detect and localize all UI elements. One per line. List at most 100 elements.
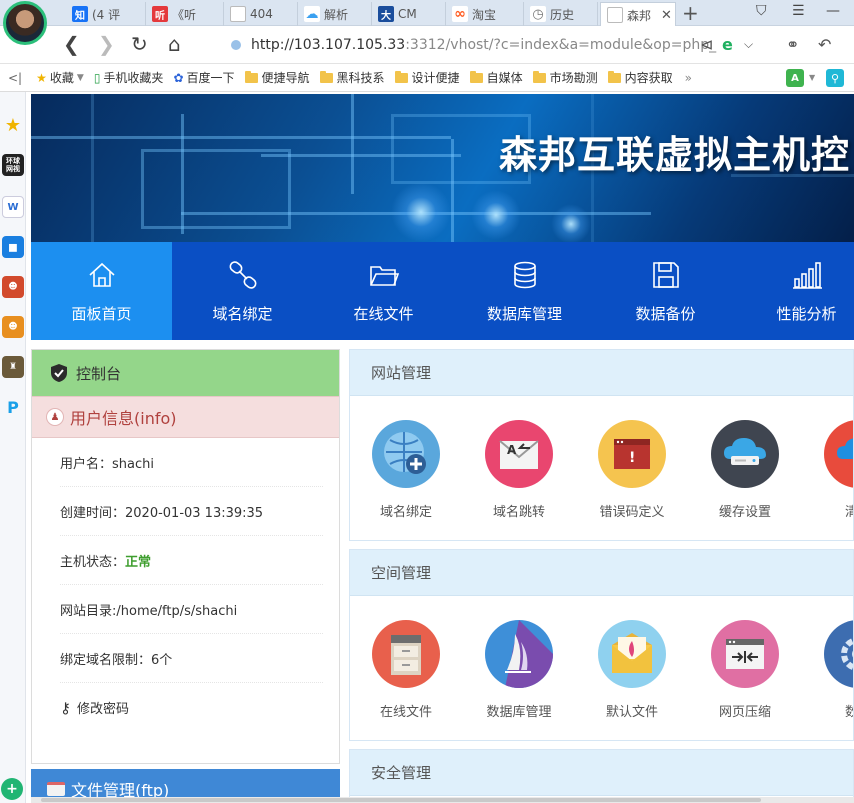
undo-icon[interactable]: ↶	[818, 35, 831, 54]
created-time-row: 创建时间：2020-01-03 13:39:35	[60, 487, 323, 536]
host-status-row: 主机状态： 正常	[60, 536, 323, 585]
share-icon[interactable]: ⊲	[700, 35, 713, 54]
change-password-link[interactable]: ⚷ 修改密码	[60, 683, 323, 732]
ie-mode-icon[interactable]: e	[722, 35, 733, 54]
page-icon	[607, 7, 623, 23]
reload-icon[interactable]: ↻	[131, 33, 148, 55]
browser-sidebar: ★ 环球 网视 W ◼ ☻ ☻ ♜ P	[0, 92, 26, 803]
tab-senbang-active[interactable]: 森邦 ✕	[600, 2, 676, 27]
url-input[interactable]: http://103.107.105.33:3312/vhost/?c=inde…	[213, 32, 773, 58]
tab-taobao[interactable]: ∞ 淘宝	[446, 2, 524, 26]
console-header[interactable]: 控制台	[32, 350, 339, 396]
horizontal-scrollbar[interactable]	[31, 797, 854, 803]
tile-domain-redirect[interactable]: A 域名跳转	[463, 420, 575, 520]
more-bookmarks-icon[interactable]: »	[685, 71, 692, 85]
nav-domain-binding[interactable]: 域名绑定	[172, 242, 313, 340]
news-app-icon[interactable]: 环球 网视	[2, 154, 24, 176]
tile-page-compression[interactable]: 网页压缩	[689, 620, 801, 720]
tile-clear[interactable]: 清除	[802, 420, 853, 520]
bookmark-folder-tech[interactable]: 黑科技系	[319, 69, 385, 86]
tab-cm[interactable]: 大 CM	[372, 2, 446, 26]
tile-database-management[interactable]: 数据库管理	[463, 620, 575, 720]
chat-app-icon[interactable]: ◼	[2, 236, 24, 258]
bookmark-baidu[interactable]: ✿ 百度一下	[173, 69, 234, 86]
nav-database[interactable]: 数据库管理	[454, 242, 595, 340]
folder-open-icon	[369, 265, 399, 286]
nav-backup[interactable]: 数据备份	[595, 242, 736, 340]
key-icon: ⚷	[60, 698, 71, 717]
bookmark-folder-media[interactable]: 自媒体	[469, 69, 523, 86]
user-avatar[interactable]	[3, 1, 47, 45]
menu-icon[interactable]: ☰	[792, 3, 805, 19]
clock-icon: ◷	[530, 6, 546, 22]
tile-cache-settings[interactable]: 缓存设置	[689, 420, 801, 520]
new-tab-icon[interactable]: +	[682, 2, 699, 24]
ting-icon: 听	[152, 6, 168, 22]
bookmark-folder-nav[interactable]: 便捷导航	[244, 69, 310, 86]
shield-check-icon	[51, 364, 67, 382]
collapse-left-icon[interactable]: <|	[8, 71, 22, 85]
close-tab-icon[interactable]: ✕	[661, 8, 672, 23]
word-doc-icon[interactable]: W	[2, 196, 24, 218]
section-title: 空间管理	[350, 550, 853, 596]
bar-chart-icon	[792, 261, 822, 289]
shirt-icon[interactable]: ⛉	[756, 3, 767, 19]
bookmark-folder-market[interactable]: 市场勘测	[532, 69, 598, 86]
forward-icon[interactable]: ❯	[98, 33, 115, 55]
banner-title: 森邦互联虚拟主机控	[499, 133, 851, 177]
space-management-section: 空间管理 在线文件 数据库管理 默认文件 网页压缩	[349, 549, 854, 741]
scrollbar-thumb[interactable]	[41, 798, 761, 802]
tab-zhihu[interactable]: 知 (4 评	[66, 2, 146, 26]
favorites-star-icon[interactable]: ★	[2, 114, 24, 136]
left-panel: 控制台 ♟ 用户信息(info) 用户名：shachi 创建时间：2020-01…	[31, 349, 340, 764]
bookmark-favorites[interactable]: ★ 收藏 ▼	[36, 69, 84, 86]
user-info-list: 用户名：shachi 创建时间：2020-01-03 13:39:35 主机状态…	[32, 438, 339, 732]
minimize-icon[interactable]: —	[826, 3, 840, 19]
home-icon[interactable]: ⌂	[168, 33, 181, 55]
tile-data[interactable]: 数据	[802, 620, 853, 720]
cloud-server-icon	[711, 420, 779, 488]
tab-history[interactable]: ◷ 历史	[524, 2, 598, 26]
address-bar: ❮ ❯ ↻ ⌂ http://103.107.105.33:3312/vhost…	[0, 26, 854, 64]
phone-icon: ▯	[93, 70, 101, 85]
chevron-down-icon[interactable]: ⌵	[744, 37, 753, 52]
headset-icon[interactable]: ⚭	[786, 35, 799, 54]
da-icon: 大	[378, 6, 394, 22]
tab-ting[interactable]: 听 《听	[146, 2, 224, 26]
section-title: 网站管理	[350, 350, 853, 396]
tab-dns[interactable]: ☁ 解析	[298, 2, 372, 26]
game-app-icon[interactable]: ☻	[2, 316, 24, 338]
back-icon[interactable]: ❮	[63, 33, 80, 55]
bookmark-mobile[interactable]: ▯ 手机收藏夹	[94, 69, 164, 86]
search-extension-icon[interactable]: ⚲	[826, 69, 844, 87]
nav-performance[interactable]: 性能分析	[736, 242, 854, 340]
users-icon: ♟	[46, 408, 64, 426]
tile-error-pages[interactable]: ! 错误码定义	[576, 420, 688, 520]
user-info-header[interactable]: ♟ 用户信息(info)	[32, 396, 339, 438]
tile-online-files[interactable]: 在线文件	[350, 620, 462, 720]
folder-icon	[244, 70, 258, 83]
envelope-icon	[598, 620, 666, 688]
tab-404[interactable]: 404	[224, 2, 298, 26]
nav-dashboard[interactable]: 面板首页	[31, 242, 172, 340]
nav-online-files[interactable]: 在线文件	[313, 242, 454, 340]
chevron-down-icon[interactable]: ▼	[809, 73, 815, 82]
bookmark-folder-design[interactable]: 设计便捷	[394, 69, 460, 86]
site-info-icon[interactable]	[231, 40, 241, 50]
status-badge: 正常	[125, 554, 152, 570]
bookmark-folder-content[interactable]: 内容获取	[607, 69, 673, 86]
folder-icon	[532, 70, 546, 83]
plus-circle-icon[interactable]: +	[1, 778, 23, 800]
svg-text:A: A	[507, 443, 517, 457]
file-box-icon	[47, 782, 65, 796]
globe-plus-icon	[372, 420, 440, 488]
tile-domain-binding[interactable]: 域名绑定	[350, 420, 462, 520]
svg-text:!: !	[629, 450, 635, 466]
folder-icon	[319, 70, 333, 83]
game-app-icon[interactable]: ♜	[2, 356, 24, 378]
translate-extension-icon[interactable]: A	[786, 69, 804, 87]
infinity-icon: ∞	[452, 6, 468, 22]
tile-default-files[interactable]: 默认文件	[576, 620, 688, 720]
p-app-icon[interactable]: P	[2, 396, 24, 418]
game-app-icon[interactable]: ☻	[2, 276, 24, 298]
